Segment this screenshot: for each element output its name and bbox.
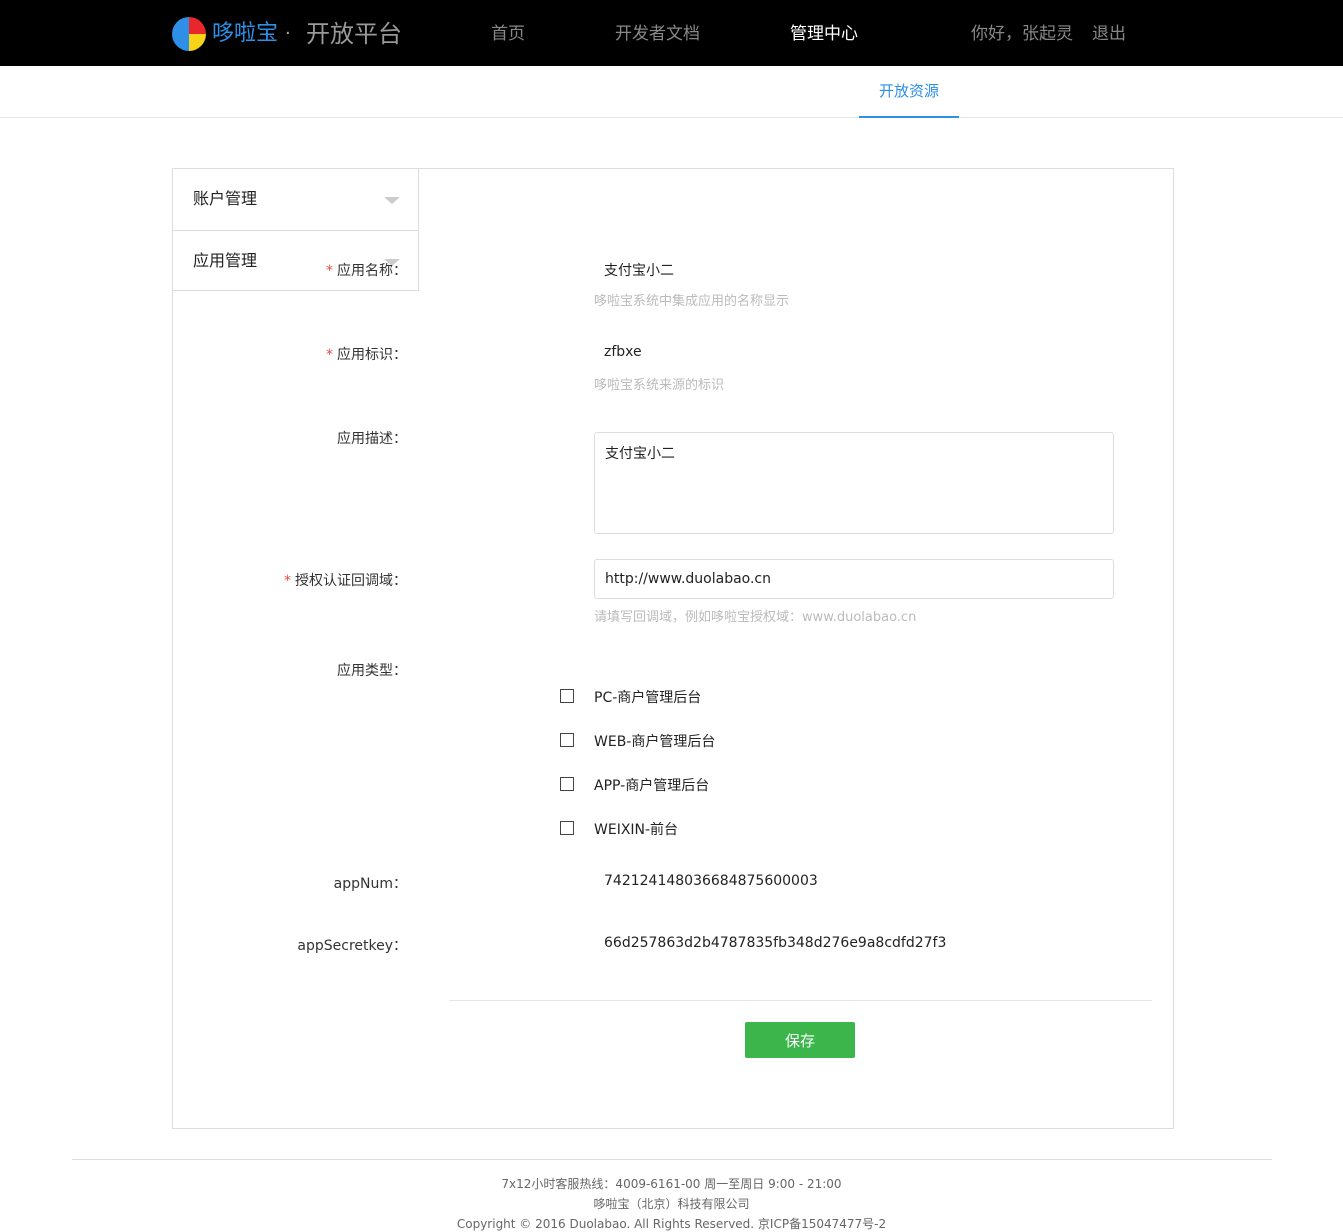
form-divider (449, 1000, 1152, 1001)
app-desc-textarea[interactable]: 支付宝小二 (594, 432, 1114, 534)
required-mark: * (284, 573, 291, 589)
app-id-value: zfbxe (604, 344, 642, 360)
checkbox-web[interactable] (560, 733, 574, 747)
app-name-hint: 哆啦宝系统中集成应用的名称显示 (594, 294, 790, 309)
footer-copyright: Copyright © 2016 Duolabao. All Rights Re… (456, 1217, 887, 1231)
checkbox-label-web: WEB-商户管理后台 (594, 734, 716, 750)
app-num-label: appNum： (333, 876, 407, 892)
app-desc-label: 应用描述： (337, 431, 407, 447)
app-num-value: 742124148036684875600003 (604, 873, 818, 889)
top-navbar: 哆啦宝 · 开放平台 首页 开发者文档 管理中心 你好，张起灵 退出 (0, 0, 1343, 66)
callback-label: * 授权认证回调域： (284, 573, 407, 589)
app-id-hint: 哆啦宝系统来源的标识 (594, 378, 725, 393)
footer-hotline: 7x12小时客服热线：4009-6161-00 周一至周日 9:00 - 21:… (501, 1177, 842, 1191)
platform-name: 开放平台 (306, 20, 402, 48)
user-greeting[interactable]: 你好，张起灵 (971, 22, 1073, 46)
caret-down-icon (384, 197, 400, 204)
sidebar-item-account[interactable]: 账户管理 (173, 169, 418, 230)
sidebar-item-label: 应用管理 (193, 251, 258, 270)
app-name-label: * 应用名称： (326, 263, 407, 279)
footer-company: 哆啦宝（北京）科技有限公司 (593, 1197, 750, 1211)
app-name-value: 支付宝小二 (604, 263, 674, 279)
nav-developer-docs[interactable]: 开发者文档 (615, 22, 700, 46)
checkbox-pc[interactable] (560, 689, 574, 703)
checkbox-label-app: APP-商户管理后台 (594, 778, 710, 794)
nav-management-center[interactable]: 管理中心 (790, 22, 858, 46)
sub-navbar: 开放资源 (0, 66, 1343, 118)
app-type-label: 应用类型： (337, 663, 407, 679)
required-mark: * (326, 263, 333, 279)
brand-separator: · (285, 23, 291, 44)
checkbox-app[interactable] (560, 777, 574, 791)
checkbox-label-pc: PC-商户管理后台 (594, 690, 702, 706)
main-panel: 账户管理 应用管理 * 应用名称： 支付宝小二 哆啦宝系统中集成应用的名称显示 *… (172, 168, 1174, 1129)
footer-divider (72, 1159, 1272, 1160)
sidebar-item-label: 账户管理 (193, 189, 258, 208)
app-secret-value: 66d257863d2b4787835fb348d276e9a8cdfd27f3 (604, 935, 947, 951)
checkbox-weixin[interactable] (560, 821, 574, 835)
save-button[interactable]: 保存 (745, 1022, 855, 1058)
tab-open-resources[interactable]: 开放资源 (859, 66, 959, 118)
checkbox-label-weixin: WEIXIN-前台 (594, 822, 679, 838)
app-id-label: * 应用标识： (326, 347, 407, 363)
app-secret-label: appSecretkey： (297, 938, 407, 954)
callback-hint: 请填写回调域，例如哆啦宝授权域：www.duolabao.cn (594, 610, 917, 625)
logout-link[interactable]: 退出 (1092, 22, 1126, 46)
callback-input[interactable] (594, 559, 1114, 599)
required-mark: * (326, 347, 333, 363)
brand-name: 哆啦宝 (212, 21, 279, 46)
duolabao-logo-icon (172, 17, 206, 51)
nav-home[interactable]: 首页 (491, 22, 525, 46)
